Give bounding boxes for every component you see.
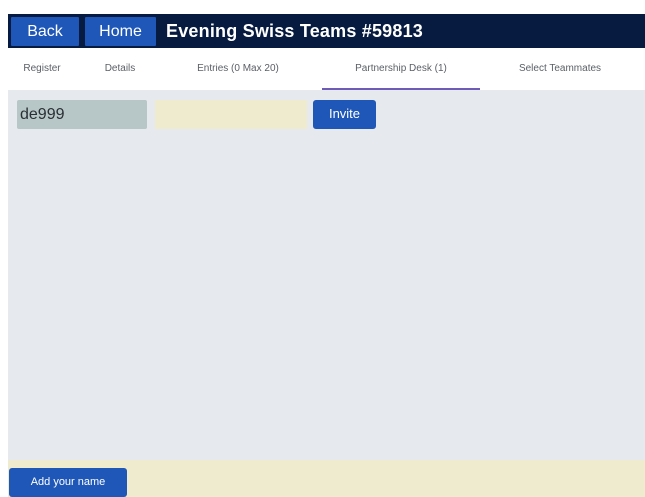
partnership-desk-panel: de999 Invite bbox=[8, 90, 645, 460]
tab-entries[interactable]: Entries (0 Max 20) bbox=[168, 48, 308, 90]
back-button[interactable]: Back bbox=[11, 17, 79, 46]
add-your-name-button[interactable]: Add your name bbox=[9, 468, 127, 497]
tab-select-teammates[interactable]: Select Teammates bbox=[484, 48, 636, 90]
tab-bar: Register Details Entries (0 Max 20) Part… bbox=[8, 48, 645, 90]
tab-register[interactable]: Register bbox=[10, 48, 74, 90]
footer-bar: Add your name bbox=[8, 460, 645, 497]
list-item: de999 Invite bbox=[17, 100, 637, 129]
tab-details[interactable]: Details bbox=[90, 48, 150, 90]
tab-partnership-desk[interactable]: Partnership Desk (1) bbox=[322, 48, 480, 90]
player-name: de999 bbox=[17, 100, 147, 129]
page-title: Evening Swiss Teams #59813 bbox=[166, 21, 424, 41]
top-bar: Back Home Evening Swiss Teams #59813 bbox=[8, 14, 645, 48]
message-field[interactable] bbox=[155, 100, 307, 129]
invite-button[interactable]: Invite bbox=[313, 100, 376, 129]
home-button[interactable]: Home bbox=[85, 17, 156, 46]
app-window: Back Home Evening Swiss Teams #59813 Reg… bbox=[8, 14, 645, 497]
